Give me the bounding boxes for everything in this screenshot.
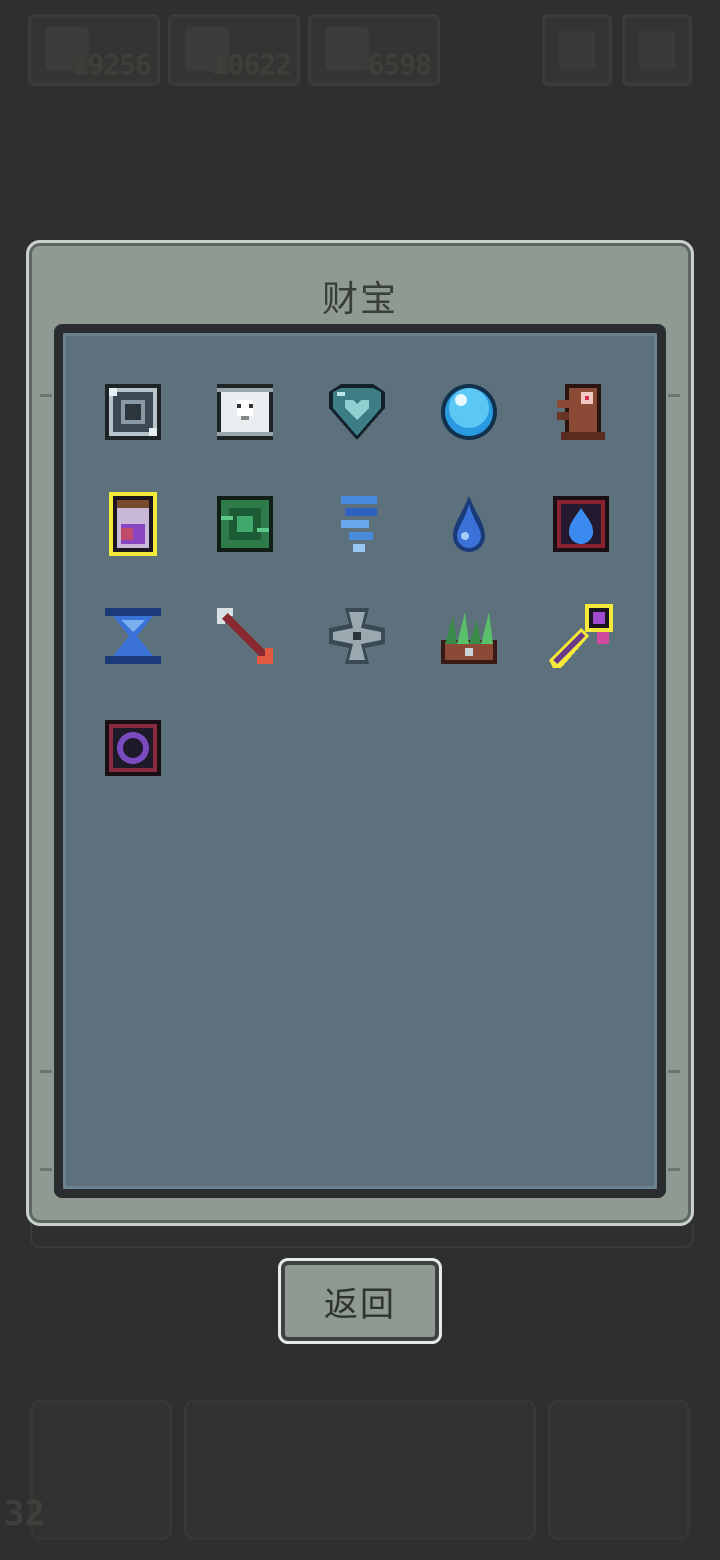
- potion-jar-icon[interactable]: [101, 492, 165, 556]
- panel-rivet: [40, 1168, 52, 1171]
- resource-value: 10622: [211, 48, 292, 81]
- metal-crate-icon[interactable]: [101, 380, 165, 444]
- portal-ring-icon[interactable]: [101, 716, 165, 780]
- menu-icon: [559, 31, 595, 69]
- level-number: 32: [4, 1494, 45, 1534]
- panel-rivet: [668, 394, 680, 397]
- vortex-tile-icon[interactable]: [213, 492, 277, 556]
- fire-tile-icon[interactable]: [549, 492, 613, 556]
- water-drop-icon[interactable]: [437, 492, 501, 556]
- resource-creature: 10622: [168, 14, 300, 86]
- tornado-icon[interactable]: [325, 492, 389, 556]
- grass-block-icon[interactable]: [437, 604, 501, 668]
- arrow-icon[interactable]: [213, 604, 277, 668]
- settings-button: [622, 14, 692, 86]
- skull-scroll-icon[interactable]: [213, 380, 277, 444]
- character-button: [548, 1400, 690, 1540]
- panel-rivet: [668, 1070, 680, 1073]
- panel-rivet: [40, 1070, 52, 1073]
- magic-key-icon[interactable]: [549, 604, 613, 668]
- wand-icon: [325, 27, 369, 71]
- heart-gem-icon[interactable]: [325, 380, 389, 444]
- panel-rivet: [668, 1168, 680, 1171]
- battle-button: [30, 1400, 172, 1540]
- resource-wand: 6598: [308, 14, 440, 86]
- panel-rivet: [40, 394, 52, 397]
- menu-button: [542, 14, 612, 86]
- panel-title: 财宝: [321, 279, 398, 320]
- hourglass-icon[interactable]: [101, 604, 165, 668]
- blue-orb-icon[interactable]: [437, 380, 501, 444]
- totem-idol-icon[interactable]: [549, 380, 613, 444]
- back-button[interactable]: 返回: [278, 1258, 442, 1344]
- resource-gear: 19256: [28, 14, 160, 86]
- resource-value: 19256: [71, 48, 152, 81]
- resource-value: 6598: [367, 48, 432, 81]
- center-action-button: [184, 1400, 536, 1540]
- settings-icon: [639, 31, 675, 69]
- shuriken-icon[interactable]: [325, 604, 389, 668]
- panel-shadow: [30, 1224, 694, 1248]
